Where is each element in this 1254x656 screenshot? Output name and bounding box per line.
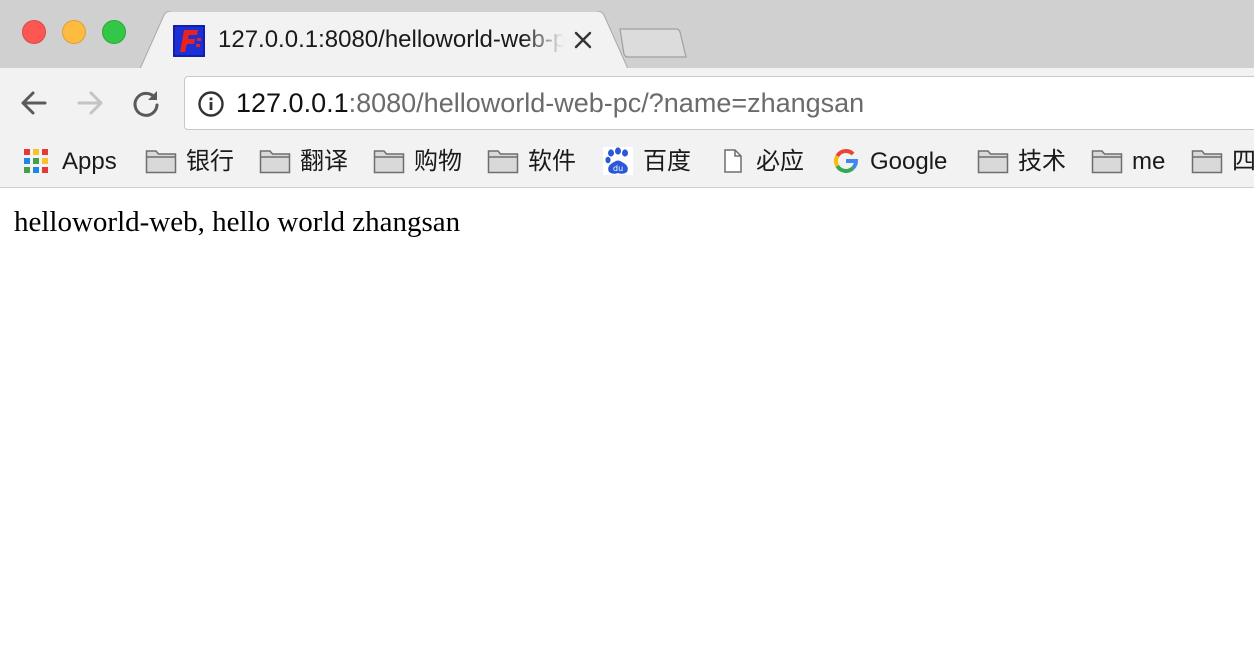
bookmark-folder-tech[interactable]: 技术: [977, 138, 1071, 186]
new-tab-button[interactable]: [618, 26, 688, 60]
svg-text:du: du: [613, 164, 623, 173]
bookmark-label: Apps: [62, 148, 117, 175]
bookmark-folder-shopping[interactable]: 购物: [373, 138, 467, 186]
page-body-text: helloworld-web, hello world zhangsan: [14, 206, 461, 238]
window-close-button[interactable]: [22, 20, 46, 44]
tab-title: 127.0.0.1:8080/helloworld-web-pc/?name=z…: [218, 26, 564, 53]
bookmark-label: 购物: [414, 148, 462, 175]
folder-icon: [1191, 147, 1223, 175]
url-host: 127.0.0.1: [236, 88, 349, 118]
page-icon: [721, 147, 745, 175]
url-path: :8080/helloworld-web-pc/?name=zhangsan: [348, 88, 865, 118]
bookmark-folder-bank[interactable]: 银行: [145, 138, 239, 186]
bookmark-label: Google: [870, 148, 948, 175]
tab-close-icon[interactable]: [572, 29, 594, 51]
bookmark-label: 必应: [756, 148, 804, 175]
bookmark-folder-me[interactable]: me: [1091, 138, 1171, 186]
reload-icon[interactable]: [130, 87, 162, 119]
bookmark-label: 四: [1232, 148, 1254, 175]
baidu-paw-icon: du: [603, 147, 633, 175]
bookmark-folder-four[interactable]: 四: [1191, 138, 1254, 186]
toolbar: 127.0.0.1:8080/helloworld-web-pc/?name=z…: [0, 68, 1254, 138]
folder-icon: [373, 147, 405, 175]
apps-grid-icon: [22, 147, 50, 175]
folder-icon: [1091, 147, 1123, 175]
folder-icon: [487, 147, 519, 175]
bookmark-apps[interactable]: Apps: [22, 138, 124, 186]
window-maximize-button[interactable]: [102, 20, 126, 44]
page-content: helloworld-web, hello world zhangsan: [0, 188, 1254, 656]
bookmark-folder-software[interactable]: 软件: [487, 138, 581, 186]
bookmark-label: me: [1132, 148, 1166, 175]
folder-icon: [977, 147, 1009, 175]
folder-icon: [259, 147, 291, 175]
url-text[interactable]: 127.0.0.1:8080/helloworld-web-pc/?name=z…: [236, 86, 864, 120]
bookmark-label: 翻译: [300, 148, 348, 175]
bookmark-label: 百度: [643, 148, 691, 175]
arrow-right-icon[interactable]: [74, 87, 106, 119]
google-g-icon: [831, 147, 861, 175]
folder-icon: [145, 147, 177, 175]
bookmarks-bar: Apps 银行 翻译 购物 软件 du 百度 必应 Google 技术 me 四: [0, 138, 1254, 188]
bookmark-label: 银行: [186, 148, 234, 175]
bookmark-folder-translate[interactable]: 翻译: [259, 138, 353, 186]
bookmark-google[interactable]: Google: [831, 138, 957, 186]
tab-strip: 127.0.0.1:8080/helloworld-web-pc/?name=z…: [0, 0, 1254, 69]
bookmark-bing[interactable]: 必应: [721, 138, 809, 186]
bookmark-baidu[interactable]: du 百度: [603, 138, 695, 186]
address-bar[interactable]: 127.0.0.1:8080/helloworld-web-pc/?name=z…: [184, 76, 1254, 130]
bookmark-label: 技术: [1018, 148, 1066, 175]
active-tab[interactable]: 127.0.0.1:8080/helloworld-web-pc/?name=z…: [140, 11, 628, 69]
window-minimize-button[interactable]: [62, 20, 86, 44]
arrow-left-icon[interactable]: [18, 87, 50, 119]
bookmark-label: 软件: [528, 148, 576, 175]
info-circle-icon[interactable]: [197, 90, 225, 118]
red-letter-f-on-blue-icon: [173, 25, 205, 57]
